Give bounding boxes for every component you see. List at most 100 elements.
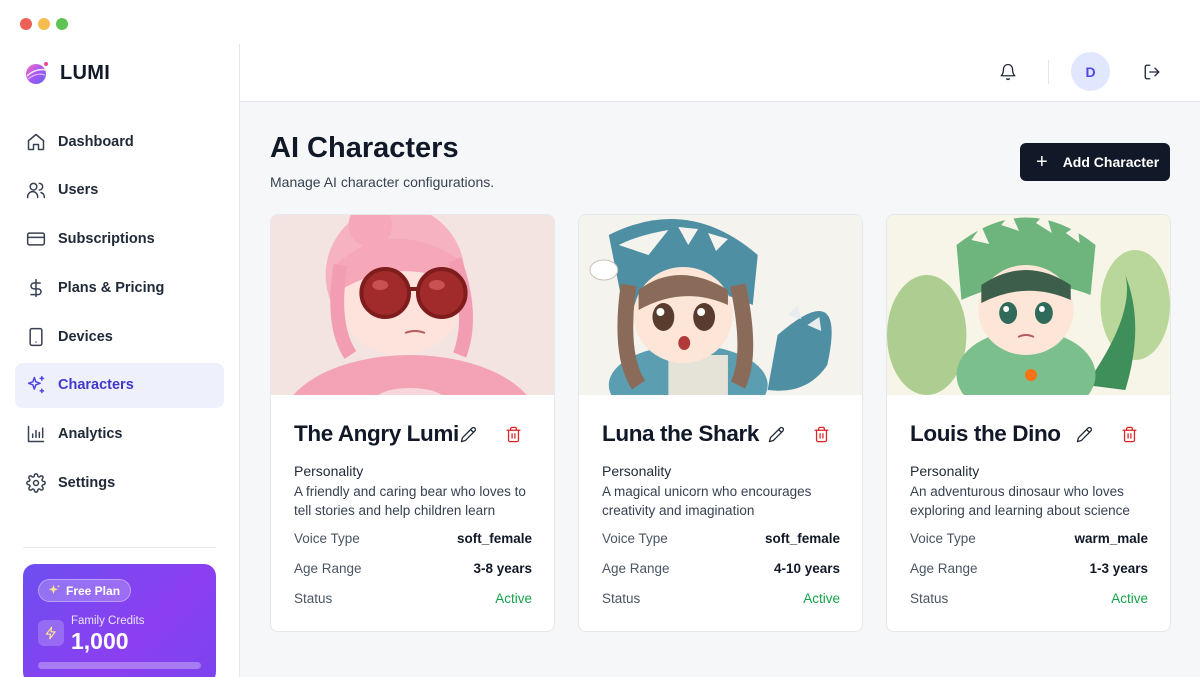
character-card: The Angry Lumi Personality A friendly an… [270,214,555,632]
maximize-window-button[interactable] [56,18,68,30]
sidebar-item-dashboard[interactable]: Dashboard [15,119,224,164]
page-title: AI Characters [270,132,459,164]
topbar-divider [1048,60,1049,84]
delete-character-button[interactable] [813,426,830,443]
lightning-icon [45,626,56,640]
logo[interactable]: LUMI [24,60,110,86]
sidebar-item-label: Devices [58,328,113,345]
age-range-value: 1-3 years [1089,561,1148,576]
voice-type-row: Voice Type soft_female [602,531,840,546]
status-label: Status [602,591,641,606]
character-actions [460,426,522,443]
status-value: Active [1111,591,1148,606]
voice-type-row: Voice Type warm_male [910,531,1148,546]
credits-icon-box [38,620,64,646]
add-character-label: Add Character [1062,154,1160,170]
status-row: Status Active [602,591,840,606]
bar-chart-icon [27,426,45,443]
trash-icon [814,426,829,443]
sidebar-item-subscriptions[interactable]: Subscriptions [15,217,224,262]
edit-character-button[interactable] [460,426,477,443]
character-card: Louis the Dino Personality An adventurou… [886,214,1171,632]
personality-label: Personality [294,463,364,479]
plus-icon: + [1036,151,1048,173]
pencil-icon [460,426,477,443]
users-icon [26,182,46,199]
pencil-icon [1076,426,1093,443]
credits-value: 1,000 [71,628,129,654]
trash-icon [1122,426,1137,443]
delete-character-button[interactable] [505,426,522,443]
voice-type-row: Voice Type soft_female [294,531,532,546]
personality-text: A magical unicorn who encourages creativ… [602,484,812,518]
voice-type-value: warm_male [1074,531,1148,546]
sidebar-item-label: Dashboard [58,133,134,150]
sidebar-item-settings[interactable]: Settings [15,461,224,506]
age-range-row: Age Range 1-3 years [910,561,1148,576]
credits-progress-bar [38,662,201,669]
character-name: Louis the Dino [910,421,1061,446]
pencil-icon [768,426,785,443]
character-actions [1076,426,1138,443]
sidebar-item-label: Analytics [58,426,123,443]
sidebar-item-analytics[interactable]: Analytics [15,412,224,457]
sidebar-item-label: Settings [58,475,116,492]
age-range-label: Age Range [294,561,362,576]
bell-icon [1000,63,1016,81]
logout-icon [1144,64,1160,80]
personality-label: Personality [910,463,980,479]
character-image-angry-lumi [271,215,554,395]
sidebar-item-label: Plans & Pricing [58,279,165,296]
character-image-luna-shark [579,215,862,395]
logout-button[interactable] [1141,61,1163,83]
age-range-label: Age Range [910,561,978,576]
sidebar-item-plans-pricing[interactable]: Plans & Pricing [15,265,224,310]
age-range-value: 3-8 years [473,561,532,576]
sidebar: LUMI Dashboard Users Subscriptions Plans… [0,44,240,677]
lumi-logo-icon [26,62,48,84]
personality-text: A friendly and caring bear who loves to … [294,484,526,518]
voice-type-label: Voice Type [910,531,976,546]
gear-icon [26,473,46,493]
plan-badge[interactable]: Free Plan [38,579,132,602]
sidebar-item-characters[interactable]: Characters [15,362,224,408]
add-character-button[interactable]: + Add Character [1020,143,1170,181]
sidebar-item-label: Subscriptions [58,231,155,248]
status-label: Status [910,591,949,606]
status-row: Status Active [910,591,1148,606]
minimize-window-button[interactable] [38,18,50,30]
character-card: Luna the Shark Personality A magical uni… [578,214,863,632]
personality-label: Personality [602,463,672,479]
character-grid: The Angry Lumi Personality A friendly an… [270,214,1171,632]
notifications-button[interactable] [997,61,1019,83]
character-actions [768,426,830,443]
edit-character-button[interactable] [1076,426,1093,443]
credits-label: Family Credits [71,615,145,627]
sidebar-item-users[interactable]: Users [15,168,224,213]
character-image-louis-dino [887,215,1170,395]
personality-text: An adventurous dinosaur who loves explor… [910,484,1130,518]
sidebar-item-devices[interactable]: Devices [15,314,224,359]
voice-type-label: Voice Type [294,531,360,546]
sparkle-icon [48,584,60,595]
voice-type-value: soft_female [456,531,532,546]
sidebar-nav: Dashboard Users Subscriptions Plans & Pr… [15,119,224,509]
edit-character-button[interactable] [768,426,785,443]
tablet-icon [29,327,43,346]
status-row: Status Active [294,591,532,606]
sidebar-item-label: Characters [58,377,134,394]
topbar: D [240,44,1200,102]
close-window-button[interactable] [20,18,32,30]
avatar[interactable]: D [1071,52,1110,91]
home-icon [27,133,45,150]
age-range-row: Age Range 3-8 years [294,561,532,576]
status-value: Active [495,591,532,606]
window-controls [20,18,68,30]
plan-badge-label: Free Plan [66,583,121,598]
sparkles-icon [27,376,45,394]
page-subtitle: Manage AI character configurations. [270,174,495,190]
character-name: The Angry Lumi [294,421,459,446]
credit-card-icon [26,232,46,246]
delete-character-button[interactable] [1121,426,1138,443]
age-range-row: Age Range 4-10 years [602,561,840,576]
